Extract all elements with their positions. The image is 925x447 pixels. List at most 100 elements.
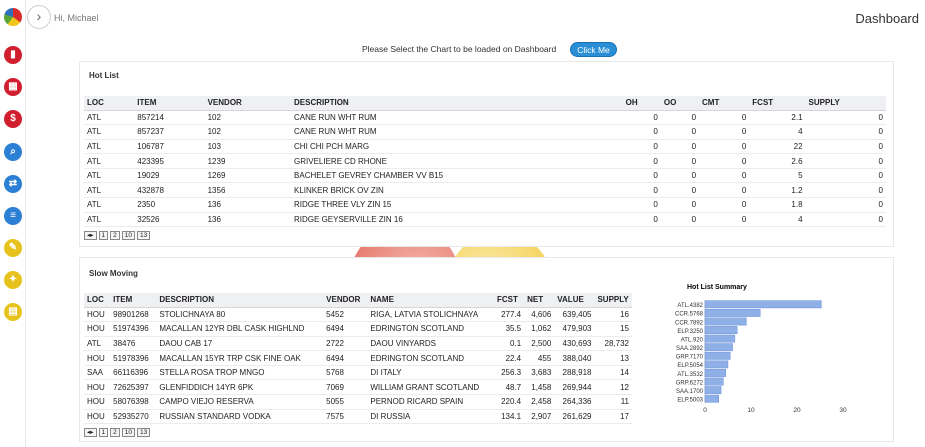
table-cell: HOU xyxy=(84,379,111,396)
table-row[interactable]: HOU 98901268 STOLICHNAYA 80 5452 RIGA, LATVI… xyxy=(84,307,632,323)
column-header[interactable]: OH xyxy=(622,96,661,111)
chart-bar[interactable] xyxy=(704,369,726,377)
table-cell: 7575 xyxy=(323,409,368,425)
app-logo-icon[interactable] xyxy=(4,8,22,26)
table-cell: 22.4 xyxy=(494,350,525,366)
table-cell: 136 xyxy=(204,197,292,213)
chart-bar[interactable] xyxy=(704,343,733,352)
column-header[interactable]: NET xyxy=(524,293,555,308)
table-row[interactable]: SAA 66116396 STELLA ROSA TROP MNGO 5768 DI I… xyxy=(84,365,632,381)
chart-bar[interactable] xyxy=(704,300,822,309)
table-cell: 0 xyxy=(622,110,661,126)
table-cell: 98901268 xyxy=(110,307,157,323)
table-cell: RUSSIAN STANDARD VODKA xyxy=(156,409,324,425)
table-row[interactable]: ATL 19029 1269 BACHELET GEVREY CHAMBER VV B… xyxy=(84,168,886,184)
column-header[interactable]: DESCRIPTION xyxy=(156,293,324,308)
category-label: SAA.1700 xyxy=(676,389,704,395)
page-link[interactable]: 2 xyxy=(110,428,120,437)
category-label: ATL.3532 xyxy=(677,372,703,378)
table-cell: 277.4 xyxy=(494,307,525,323)
table-cell: ATL xyxy=(84,124,135,140)
pencil-icon[interactable]: ✎ xyxy=(4,239,22,257)
column-header[interactable]: NAME xyxy=(367,293,494,308)
column-header[interactable]: VENDOR xyxy=(204,96,292,111)
column-header[interactable]: CMT xyxy=(699,96,750,111)
page-link[interactable]: 10 xyxy=(121,428,136,437)
table-cell: 7069 xyxy=(323,379,368,396)
bar-chart-icon[interactable]: ▮ xyxy=(4,46,22,64)
column-header[interactable]: ITEM xyxy=(110,293,157,308)
search-icon[interactable]: ⌕ xyxy=(4,143,22,161)
table-cell: CANE RUN WHT RUM xyxy=(291,110,623,126)
table-row[interactable]: ATL 857237 102 CANE RUN WHT RUM 0 0 0 4 0 xyxy=(84,124,886,140)
table-cell: 857214 xyxy=(134,110,205,126)
column-header[interactable]: OO xyxy=(660,96,700,111)
table-cell: 1.8 xyxy=(749,197,806,213)
column-header[interactable]: ITEM xyxy=(134,96,205,111)
chevron-right-icon: › xyxy=(36,8,42,24)
table-row[interactable]: HOU 51974396 MACALLAN 12YR DBL CASK HIGHLN… xyxy=(84,321,632,337)
table-cell: DAOU VINYARDS xyxy=(367,336,494,352)
column-header[interactable]: FCST xyxy=(749,96,806,111)
page-link[interactable]: 2 xyxy=(110,231,120,240)
table-cell: 5055 xyxy=(323,394,368,410)
table-cell: 423395 xyxy=(134,153,205,169)
table-row[interactable]: HOU 51978396 MACALLAN 15YR TRP CSK FINE OA… xyxy=(84,350,632,366)
column-header[interactable]: DESCRIPTION xyxy=(291,96,623,111)
column-header[interactable]: SUPPLY xyxy=(594,293,632,308)
chart-bar[interactable] xyxy=(704,334,736,343)
table-cell: 3,683 xyxy=(524,365,555,381)
wrench-icon[interactable]: ✦ xyxy=(4,271,22,289)
page-link[interactable]: 10 xyxy=(121,231,136,240)
table-row[interactable]: HOU 72625397 GLENFIDDICH 14YR 6PK 7069 WILLI… xyxy=(84,379,632,396)
calendar-icon[interactable]: ▦ xyxy=(4,78,22,96)
pager-first-icon[interactable]: ◂▸ xyxy=(84,231,97,240)
swap-icon[interactable]: ⇄ xyxy=(4,175,22,193)
column-header[interactable]: VALUE xyxy=(554,293,595,308)
note-icon[interactable]: ▤ xyxy=(4,303,22,321)
table-cell: 2,907 xyxy=(524,409,555,425)
table-row[interactable]: ATL 423395 1239 GRIVELIERE CD RHONE 0 0 0 2.6 0 xyxy=(84,153,886,169)
column-header[interactable]: LOC xyxy=(84,293,111,308)
column-header[interactable]: SUPPLY xyxy=(805,96,886,111)
chart-bar[interactable] xyxy=(704,308,761,317)
page-link[interactable]: 13 xyxy=(137,231,151,240)
table-row[interactable]: HOU 52935270 RUSSIAN STANDARD VODKA 7575 DI … xyxy=(84,409,632,425)
table-cell: 102 xyxy=(204,110,292,126)
column-header[interactable]: LOC xyxy=(84,96,135,111)
chart-bar[interactable] xyxy=(704,360,729,369)
chart-bar[interactable] xyxy=(704,377,724,386)
hot-list-summary-chart: Hot List Summary ATL.4382 CCR.5768 CCR.7892… xyxy=(675,284,847,414)
table-row[interactable]: ATL 432878 1356 KLINKER BRICK OV ZIN 0 0 0 1.2 0 xyxy=(84,182,886,199)
table-cell: BACHELET GEVREY CHAMBER VV B15 xyxy=(291,168,623,184)
table-cell: 38476 xyxy=(110,336,157,352)
table-row[interactable]: ATL 2350 136 RIDGE THREE VLY ZIN 15 0 0 0 1.8 0 xyxy=(84,197,886,213)
chart-select-prompt: Please Select the Chart to be loaded on … xyxy=(362,44,557,54)
chart-bar[interactable] xyxy=(704,386,722,395)
table-row[interactable]: ATL 32526 136 RIDGE GEYSERVILLE ZIN 16 0 0 0 4 0 xyxy=(84,212,886,228)
table-row[interactable]: HOU 58076398 CAMPO VIEJO RESERVA 5055 PERNOD… xyxy=(84,394,632,410)
click-me-button[interactable]: Click Me xyxy=(570,42,617,57)
table-cell: 19029 xyxy=(134,168,205,184)
page-link[interactable]: 1 xyxy=(98,428,109,437)
table-cell: 51978396 xyxy=(110,350,157,366)
table-cell: 0 xyxy=(660,197,700,213)
chart-bar[interactable] xyxy=(704,394,720,403)
pager-first-icon[interactable]: ◂▸ xyxy=(84,428,97,437)
dollar-icon[interactable]: $ xyxy=(4,110,22,128)
table-row[interactable]: ATL 857214 102 CANE RUN WHT RUM 0 0 0 2.1 0 xyxy=(84,110,886,126)
table-row[interactable]: ATL 106787 103 CHI CHI PCH MARG 0 0 0 22 0 xyxy=(84,139,886,155)
chart-bar[interactable] xyxy=(704,351,731,360)
document-icon[interactable]: ≡ xyxy=(4,207,22,225)
page-link[interactable]: 13 xyxy=(137,428,151,437)
chart-bar[interactable] xyxy=(704,326,738,334)
sidebar-toggle-button[interactable]: › xyxy=(27,5,51,29)
column-header[interactable]: FCST xyxy=(494,293,525,308)
column-header[interactable]: VENDOR xyxy=(323,293,368,308)
table-row[interactable]: ATL 38476 DAOU CAB 17 2722 DAOU VINYARDS 0.1 2… xyxy=(84,336,632,352)
page-link[interactable]: 1 xyxy=(98,231,109,240)
hot-list-panel: Hot List LOC ITEM VENDOR DESCRIPTION OH OO CMT… xyxy=(79,61,894,247)
table-cell: 4,606 xyxy=(524,307,555,323)
table-cell: ATL xyxy=(84,139,135,155)
chart-bar[interactable] xyxy=(704,317,747,326)
